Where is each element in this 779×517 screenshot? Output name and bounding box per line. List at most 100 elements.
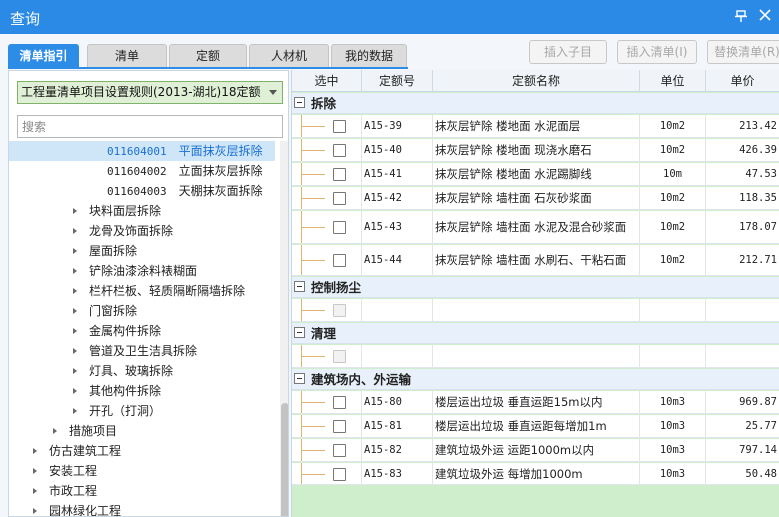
collapse-icon[interactable]: [294, 327, 305, 338]
tree-category-item[interactable]: 仿古建筑工程: [9, 441, 275, 461]
group-row[interactable]: 控制扬尘: [292, 277, 779, 298]
col-select[interactable]: 选中: [292, 70, 362, 92]
cell-text: A15-81: [364, 420, 402, 432]
col-price[interactable]: 单价: [706, 70, 779, 92]
chevron-right-icon[interactable]: [73, 328, 77, 334]
tree-item-text: 门窗拆除: [89, 301, 137, 321]
cell-text: 50.48: [745, 467, 777, 480]
insert-list-button[interactable]: 插入清单(I): [617, 40, 697, 64]
chevron-right-icon[interactable]: [53, 428, 57, 434]
tree-leaf-item[interactable]: 011604003 天棚抹灰面拆除: [9, 181, 275, 201]
tree-item-text: 开孔（打洞）: [89, 401, 161, 421]
tree-category-item[interactable]: 安装工程: [9, 461, 275, 481]
tab-list-guide[interactable]: 清单指引: [8, 44, 79, 68]
chevron-right-icon[interactable]: [73, 208, 77, 214]
table-row[interactable]: A15-82 建筑垃圾外运 运距1000m以内 10m3 797.14: [292, 439, 779, 462]
cell-price: 426.39: [706, 139, 779, 161]
pin-icon[interactable]: [733, 9, 749, 25]
chevron-right-icon[interactable]: [33, 448, 37, 454]
replace-list-button[interactable]: 替换清单(R): [707, 40, 779, 64]
col-code[interactable]: 定额号: [362, 70, 433, 92]
select-checkbox[interactable]: [333, 168, 346, 181]
col-unit[interactable]: 单位: [640, 70, 706, 92]
cell-text: A15-44: [364, 254, 402, 266]
select-checkbox[interactable]: [333, 254, 346, 267]
chevron-right-icon[interactable]: [73, 408, 77, 414]
chevron-right-icon[interactable]: [73, 308, 77, 314]
table-row[interactable]: A15-81 楼层运出垃圾 垂直运距每增加1m 10m3 25.77: [292, 415, 779, 438]
table-row[interactable]: A15-80 楼层运出垃圾 垂直运距15m以内 10m3 969.87: [292, 391, 779, 414]
tree-category-item[interactable]: 栏杆栏板、轻质隔断隔墙拆除: [9, 281, 275, 301]
scroll-thumb[interactable]: [281, 403, 288, 516]
tree-category-item[interactable]: 金属构件拆除: [9, 321, 275, 341]
table-row[interactable]: [292, 345, 779, 368]
chevron-right-icon[interactable]: [33, 468, 37, 474]
chevron-right-icon[interactable]: [33, 508, 37, 514]
select-checkbox[interactable]: [333, 467, 346, 481]
tree-scrollbar[interactable]: [280, 141, 288, 516]
cell-sel: [292, 187, 362, 209]
tree-category-item[interactable]: 龙骨及饰面拆除: [9, 221, 275, 241]
chevron-right-icon[interactable]: [73, 248, 77, 254]
close-icon[interactable]: [757, 9, 773, 25]
tree-category-item[interactable]: 灯具、玻璃拆除: [9, 361, 275, 381]
tree-category-item[interactable]: 园林绿化工程: [9, 501, 275, 516]
tab-list[interactable]: 清单: [87, 44, 167, 68]
left-panel: 工程量清单项目设置规则(2013-湖北)18定额 011604001 平面抹灰层拆…: [8, 70, 289, 517]
tab-quota[interactable]: 定额: [169, 44, 247, 68]
chevron-right-icon[interactable]: [73, 348, 77, 354]
collapse-icon[interactable]: [294, 373, 305, 384]
search-input[interactable]: [17, 115, 283, 138]
cell-code: [362, 299, 433, 321]
chevron-right-icon[interactable]: [73, 288, 77, 294]
table-row[interactable]: A15-83 建筑垃圾外运 每增加1000m 10m3 50.48: [292, 463, 779, 485]
table-row[interactable]: A15-42 抹灰层铲除 墙柱面 石灰砂浆面 10m2 118.35: [292, 187, 779, 210]
table-row[interactable]: A15-41 抹灰层铲除 楼地面 水泥踢脚线 10m 47.53: [292, 163, 779, 186]
chevron-right-icon[interactable]: [73, 268, 77, 274]
tree-line: [301, 174, 325, 175]
table-row[interactable]: A15-43 抹灰层铲除 墙柱面 水泥及混合砂浆面 10m2 178.07: [292, 211, 779, 244]
chevron-right-icon[interactable]: [73, 228, 77, 234]
tab-my-data[interactable]: 我的数据: [331, 44, 407, 68]
select-checkbox[interactable]: [333, 120, 346, 133]
tree-leaf-item[interactable]: 011604001 平面抹灰层拆除: [9, 141, 275, 161]
table-row[interactable]: A15-39 抹灰层铲除 楼地面 水泥面层 10m2 213.42: [292, 115, 779, 138]
table-row[interactable]: [292, 299, 779, 322]
chevron-right-icon[interactable]: [73, 388, 77, 394]
tree-category-item[interactable]: 屋面拆除: [9, 241, 275, 261]
cell-sel: [292, 245, 362, 275]
col-name[interactable]: 定额名称: [433, 70, 640, 92]
group-row[interactable]: 拆除: [292, 93, 779, 114]
select-checkbox[interactable]: [333, 444, 346, 457]
tree-category-item[interactable]: 市政工程: [9, 481, 275, 501]
select-checkbox[interactable]: [333, 192, 346, 205]
select-checkbox[interactable]: [333, 221, 346, 234]
cell-unit: [640, 345, 706, 367]
table-row[interactable]: A15-44 抹灰层铲除 墙柱面 水刷石、干粘石面 10m2 212.71: [292, 245, 779, 276]
select-checkbox[interactable]: [333, 396, 346, 409]
chevron-right-icon[interactable]: [73, 368, 77, 374]
table-row[interactable]: A15-40 抹灰层铲除 楼地面 现浇水磨石 10m2 426.39: [292, 139, 779, 162]
chevron-right-icon[interactable]: [33, 488, 37, 494]
cell-name: 抹灰层铲除 墙柱面 水刷石、干粘石面: [433, 245, 640, 275]
tree-category-item[interactable]: 铲除油漆涂料裱糊面: [9, 261, 275, 281]
tree-leaf-item[interactable]: 011604002 立面抹灰层拆除: [9, 161, 275, 181]
group-row[interactable]: 清理: [292, 323, 779, 344]
select-checkbox[interactable]: [333, 144, 346, 157]
tree-category-item[interactable]: 其他构件拆除: [9, 381, 275, 401]
tree-category-item[interactable]: 开孔（打洞）: [9, 401, 275, 421]
tree-category-item[interactable]: 块料面层拆除: [9, 201, 275, 221]
tree-category-item[interactable]: 门窗拆除: [9, 301, 275, 321]
tree-category-item[interactable]: 措施项目: [9, 421, 275, 441]
tree-item-name: 仿古建筑工程: [49, 444, 122, 458]
insert-child-button[interactable]: 插入子目: [529, 40, 607, 64]
tab-labor-material-machine[interactable]: 人材机: [249, 44, 329, 68]
collapse-icon[interactable]: [294, 97, 305, 108]
select-checkbox[interactable]: [333, 420, 346, 433]
tree-item-text: 011604001 平面抹灰层拆除: [107, 141, 263, 162]
tree-item-text: 块料面层拆除: [89, 201, 161, 221]
rule-select[interactable]: 工程量清单项目设置规则(2013-湖北)18定额: [17, 81, 283, 104]
tree-category-item[interactable]: 管道及卫生洁具拆除: [9, 341, 275, 361]
collapse-icon[interactable]: [294, 281, 305, 292]
group-row[interactable]: 建筑场内、外运输: [292, 369, 779, 390]
